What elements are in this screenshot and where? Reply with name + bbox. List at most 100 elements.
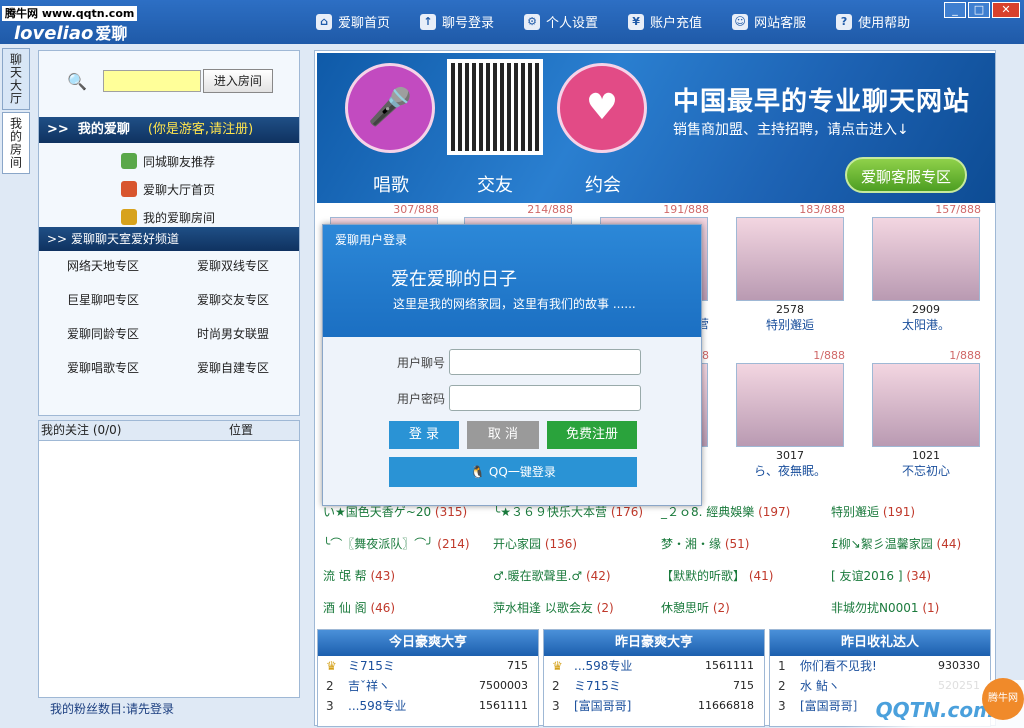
fans-status[interactable]: 我的粉丝数目:请先登录 — [50, 700, 174, 717]
channel-item[interactable]: 网络天地专区 — [67, 257, 197, 274]
nav-label: 个人设置 — [546, 16, 599, 31]
banner-friend-label: 交友 — [477, 175, 513, 196]
nav-label: 使用帮助 — [858, 16, 911, 31]
room-count: (176) — [610, 505, 644, 519]
room-list-item[interactable]: 休憩思听 (2) — [661, 599, 831, 616]
room-list-item[interactable]: 【默默的听歌】 (41) — [661, 567, 831, 584]
channel-item[interactable]: 爱聊同龄专区 — [67, 325, 197, 342]
room-card[interactable]: 183/888 2578 特别邂逅 — [735, 203, 845, 333]
nav-label: 网站客服 — [754, 16, 807, 31]
minimize-button[interactable]: _ — [944, 2, 966, 18]
rank-row[interactable]: 3 [富国哥哥] 11666818 — [544, 696, 764, 716]
rank-row[interactable]: 1 你们看不见我! 930330 — [770, 656, 990, 676]
logo-cn-text: 爱聊 — [95, 24, 128, 43]
cancel-button[interactable]: 取 消 — [467, 421, 539, 449]
channel-item[interactable]: 爱聊双线专区 — [197, 257, 297, 274]
list-item-hall-home[interactable]: 爱聊大厅首页 — [121, 175, 215, 203]
nav-service[interactable]: ☺ 网站客服 — [732, 12, 806, 31]
banner[interactable]: 🎤 ♥ 唱歌 交友 约会 中国最早的专业聊天网站 销售商加盟、主持招聘，请点击进… — [317, 53, 995, 203]
microphone-icon[interactable]: 🎤 — [345, 63, 435, 153]
logo-text: loveliao — [14, 23, 94, 44]
my-aliao-header[interactable]: >> 我的爱聊 (你是游客,请注册) — [39, 117, 299, 143]
rank-row[interactable]: ♛ ...598专业 1561111 — [544, 656, 764, 676]
channel-item[interactable]: 爱聊交友专区 — [197, 291, 297, 308]
dialog-heading: 爱在爱聊的日子 — [391, 269, 517, 290]
nav-help[interactable]: ? 使用帮助 — [836, 12, 910, 31]
username-input[interactable] — [449, 349, 641, 375]
tab-chat-hall[interactable]: 聊天大厅 — [2, 48, 30, 110]
nav-recharge[interactable]: ¥ 账户充值 — [628, 12, 702, 31]
service-zone-button[interactable]: 爱聊客服专区 — [845, 157, 967, 193]
room-list-item[interactable]: ♂.暖在歌聲里.♂ (42) — [493, 567, 661, 584]
room-name: £柳↘絮彡温馨家园 — [831, 537, 933, 551]
maximize-button[interactable]: □ — [968, 2, 990, 18]
nav-home[interactable]: ⌂ 爱聊首页 — [316, 12, 390, 31]
site-tag: 腾牛网 www.qqtn.com — [2, 6, 138, 21]
room-card-name: 特别邂逅 — [765, 318, 814, 332]
channel-item[interactable]: 爱聊唱歌专区 — [67, 359, 197, 376]
qq-login-label: QQ一键登录 — [488, 465, 556, 479]
nav-login[interactable]: ↑ 聊号登录 — [420, 12, 494, 31]
room-card-id: 2578 — [776, 303, 804, 316]
room-list-item[interactable]: £柳↘絮彡温馨家园 (44) — [831, 535, 993, 552]
channel-item[interactable]: 爱聊自建专区 — [197, 359, 297, 376]
room-card[interactable]: 1/888 1021 不忘初心 — [871, 349, 981, 479]
room-card[interactable]: 1/888 3017 ら、夜無眠。 — [735, 349, 845, 479]
heart-icon[interactable]: ♥ — [557, 63, 647, 153]
nav-settings[interactable]: ⚙ 个人设置 — [524, 12, 598, 31]
rank-user: ミ715ミ — [574, 679, 621, 693]
list-item-city-friends[interactable]: 同城聊友推荐 — [121, 147, 215, 175]
password-input[interactable] — [449, 385, 641, 411]
watermark: QQTN.com 腾牛网 — [844, 678, 1024, 728]
enter-room-button[interactable]: 进入房间 — [202, 69, 273, 93]
room-list-item[interactable]: [ 友谊2016 ] (34) — [831, 567, 993, 584]
login-button[interactable]: 登 录 — [389, 421, 459, 449]
room-name: 萍水相逢 以歌会友 — [493, 601, 593, 615]
room-list-item[interactable]: 梦・湘・缘 (51) — [661, 535, 831, 552]
nav-label: 账户充值 — [650, 16, 703, 31]
rank-row[interactable]: 2 吉ˇ祥ヽ 7500003 — [318, 676, 538, 696]
room-name: い★国色天香ゲ~20 — [323, 505, 432, 519]
banner-sing-label: 唱歌 — [373, 175, 409, 196]
room-count: (136) — [544, 537, 578, 551]
channel-item[interactable]: 时尚男女联盟 — [197, 325, 297, 342]
close-button[interactable]: ✕ — [992, 2, 1020, 18]
follow-location-col: 位置 — [229, 423, 254, 437]
room-list-item[interactable]: 流 氓 帮 (43) — [323, 567, 493, 584]
password-row: 用户密码 — [389, 385, 641, 411]
follow-list: 我的关注 (0/0) 位置 — [38, 420, 300, 698]
gear-icon: ⚙ — [524, 13, 541, 30]
rank-row[interactable]: 3 ...598专业 1561111 — [318, 696, 538, 716]
room-card-photo — [872, 363, 980, 447]
room-list-item[interactable]: 开心家园 (136) — [493, 535, 661, 552]
house-icon — [121, 181, 137, 197]
list-item-label: 爱聊大厅首页 — [143, 182, 216, 197]
channel-item[interactable]: 巨星聊吧专区 — [67, 291, 197, 308]
qq-login-button[interactable]: 🐧 QQ一键登录 — [389, 457, 637, 487]
rank-index: 3 — [326, 699, 334, 713]
room-count: (2) — [596, 601, 614, 615]
rank-row[interactable]: 2 ミ715ミ 715 — [544, 676, 764, 696]
room-list-item[interactable]: ╰⌒〖舞夜派队〗⌒╯ (214) — [323, 535, 493, 552]
my-aliao-title: 我的爱聊 — [77, 122, 130, 137]
room-name: 【默默的听歌】 — [661, 569, 746, 583]
room-count: (41) — [748, 569, 774, 583]
room-list-item[interactable]: 非城勿扰N0001 (1) — [831, 599, 993, 616]
rank-value: 1561111 — [705, 659, 754, 672]
room-list-item[interactable]: 特别邂逅 (191) — [831, 503, 993, 520]
room-list-item[interactable]: 萍水相逢 以歌会友 (2) — [493, 599, 661, 616]
recharge-icon: ¥ — [628, 13, 645, 30]
tab-my-room[interactable]: 我的房间 — [2, 112, 30, 174]
users-icon — [121, 153, 137, 169]
room-count: (2) — [712, 601, 730, 615]
room-count: (44) — [936, 537, 962, 551]
list-item-label: 我的爱聊房间 — [143, 210, 216, 225]
channels-header[interactable]: >> 爱聊聊天室爱好频道 — [39, 227, 299, 251]
book-icon — [121, 209, 137, 225]
room-card[interactable]: 157/888 2909 太阳港。 — [871, 203, 981, 333]
room-list-item[interactable]: 酒 仙 阁 (46) — [323, 599, 493, 616]
room-search-input[interactable] — [102, 70, 201, 92]
register-button[interactable]: 免费注册 — [547, 421, 637, 449]
nav-label: 爱聊首页 — [338, 16, 391, 31]
rank-row[interactable]: ♛ ミ715ミ 715 — [318, 656, 538, 676]
